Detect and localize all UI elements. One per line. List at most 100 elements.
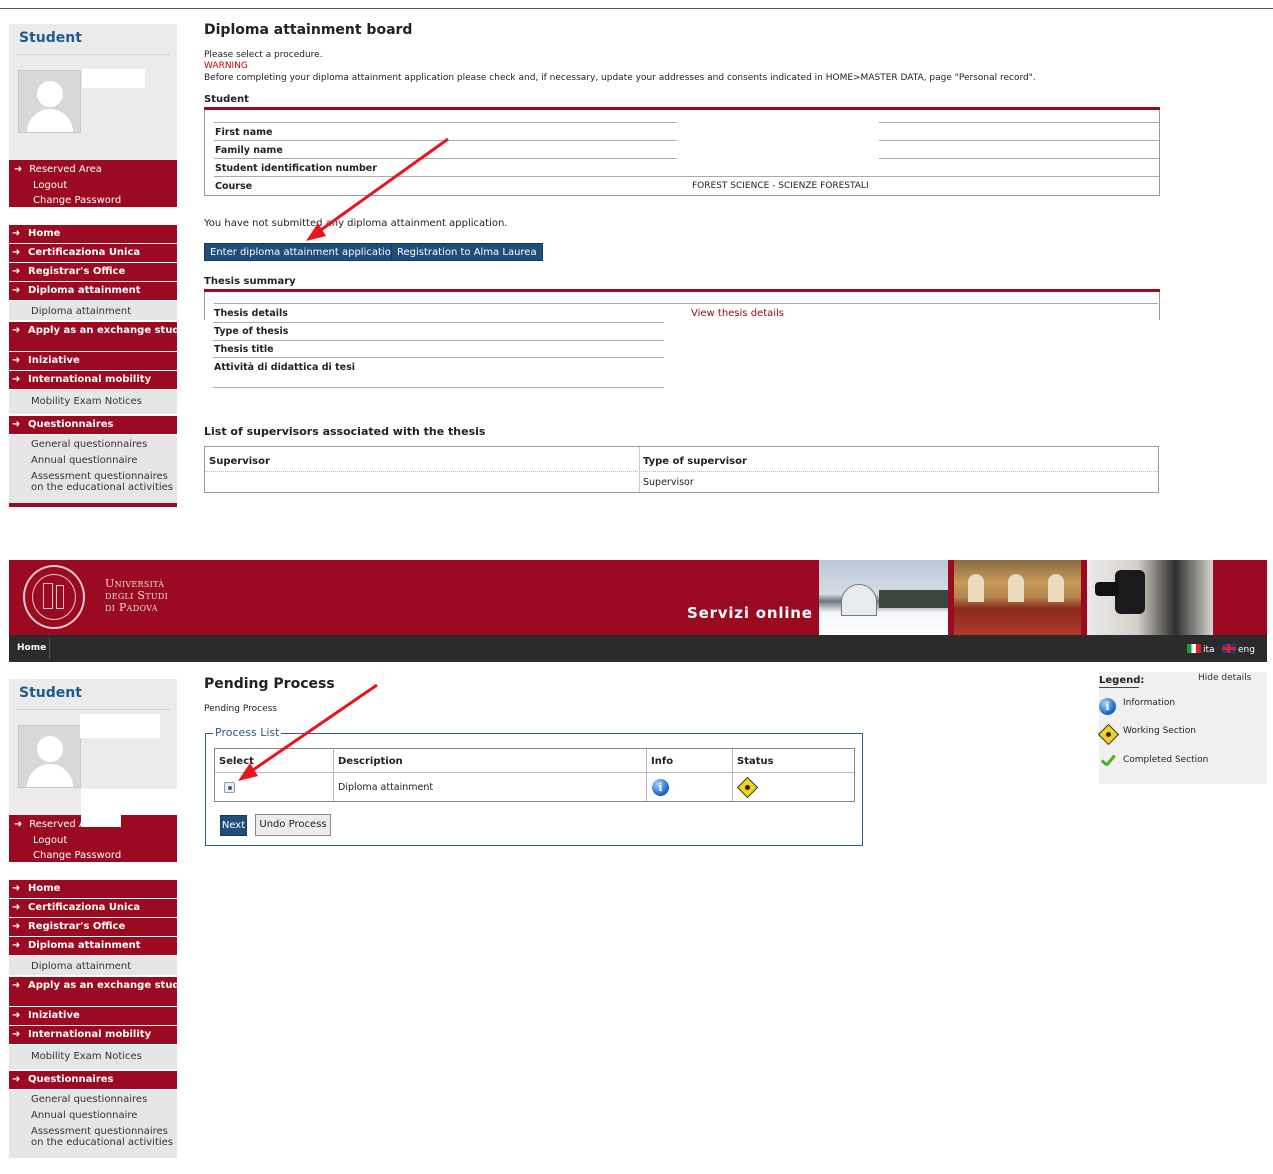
supervisors-title: List of supervisors associated with the … — [204, 425, 486, 438]
type-of-thesis-label: Type of thesis — [214, 326, 289, 337]
submenu-assessment-questionnaires[interactable]: Assessment questionnaires on the educati… — [31, 471, 173, 493]
sidebar-rule — [17, 709, 169, 710]
microscope-photo — [1087, 560, 1213, 635]
student-section-title: Student — [204, 94, 249, 105]
menu-diploma-attainment[interactable]: ➜ Diploma attainment — [9, 937, 177, 956]
working-section-icon — [1097, 723, 1120, 746]
attivita-didattica-label: Attività di didattica di tesi — [214, 362, 355, 373]
italian-flag-icon — [1187, 644, 1201, 653]
submenu-annual-questionnaire[interactable]: Annual questionnaire — [31, 1110, 177, 1122]
next-button[interactable]: Next — [220, 815, 247, 836]
student-panel: First name Family name Student identific… — [204, 110, 1160, 196]
arrow-right-icon: ➜ — [14, 819, 23, 830]
arrow-right-icon: ➜ — [12, 921, 21, 932]
english-flag-icon — [1222, 644, 1236, 653]
view-thesis-details-link[interactable]: View thesis details — [691, 308, 784, 319]
legend-working-section-label: Working Section — [1123, 726, 1197, 736]
change-password-link[interactable]: Change Password — [14, 848, 177, 864]
legend-completed-section-label: Completed Section — [1123, 755, 1209, 765]
arrow-right-icon: ➜ — [12, 355, 21, 366]
submenu-general-questionnaires[interactable]: General questionnaires — [31, 1094, 177, 1106]
course-label: Course — [215, 181, 253, 192]
submenu-annual-questionnaire[interactable]: Annual questionnaire — [31, 455, 177, 467]
menu-home[interactable]: ➜ Home — [9, 225, 177, 244]
arrow-right-icon: ➜ — [12, 266, 21, 277]
menu-registrars-office[interactable]: ➜ Registrar's Office — [9, 263, 177, 282]
thesis-title-label: Thesis title — [214, 344, 274, 355]
menu-iniziative[interactable]: ➜ Iniziative — [9, 1007, 177, 1026]
avatar — [18, 70, 81, 133]
redacted-name — [80, 714, 160, 738]
info-icon: i — [1099, 698, 1116, 715]
breadcrumb: Pending Process — [204, 704, 277, 714]
page-title: Pending Process — [204, 676, 335, 692]
arrow-right-icon: ➜ — [12, 374, 21, 385]
menu-international-mobility[interactable]: ➜ International mobility — [9, 371, 177, 390]
menu-apply-exchange[interactable]: ➜ Apply as an exchange student — [9, 977, 198, 1007]
supervisor-header: Supervisor — [209, 456, 270, 467]
arrow-right-icon: ➜ — [12, 1010, 21, 1021]
redacted-name — [82, 69, 145, 88]
submenu-mobility-exam-notices[interactable]: Mobility Exam Notices — [9, 390, 177, 416]
sidebar-student-title: Student — [19, 30, 82, 46]
submenu-mobility-exam-notices[interactable]: Mobility Exam Notices — [9, 1045, 177, 1071]
arrow-right-icon: ➜ — [12, 285, 21, 296]
servizi-online-title: Servizi online — [687, 604, 813, 622]
supervisor-type-cell: Supervisor — [643, 477, 694, 488]
student-id-label: Student identification number — [215, 163, 377, 174]
logout-link[interactable]: Logout — [14, 178, 177, 194]
menu-certificazione[interactable]: ➜ Certificaziona Unica — [9, 899, 177, 918]
arrow-right-icon: ➜ — [12, 228, 21, 239]
not-submitted-text: You have not submitted any diploma attai… — [204, 218, 508, 229]
undo-process-button[interactable]: Undo Process — [255, 814, 331, 836]
select-header: Select — [219, 756, 254, 767]
process-table: Select Description Info Status Diploma a… — [214, 748, 855, 802]
logout-link[interactable]: Logout — [14, 833, 177, 849]
thesis-panel — [204, 292, 1160, 320]
sidebar-menu: ➜ Home ➜ Certificaziona Unica ➜ Registrar's… — [9, 880, 198, 1158]
top-sidebar: Student ➜ Reserved Area Logout Change Pa… — [9, 24, 198, 507]
menu-certificazione[interactable]: ➜ Certificaziona Unica — [9, 244, 177, 263]
submenu-diploma-attainment[interactable]: Diploma attainment — [9, 301, 177, 322]
submenu-diploma-attainment[interactable]: Diploma attainment — [9, 956, 177, 977]
nav-home-link[interactable]: Home — [17, 643, 46, 653]
change-password-link[interactable]: Change Password — [14, 193, 177, 209]
bottom-sidebar: Student ➜ Reserved Area Logout Change Pa… — [9, 679, 198, 1158]
arrow-right-icon: ➜ — [12, 1074, 21, 1085]
menu-questionnaires[interactable]: ➜ Questionnaires — [9, 416, 177, 435]
submenu-general-questionnaires[interactable]: General questionnaires — [31, 439, 177, 451]
arrow-right-icon: ➜ — [12, 325, 21, 336]
page-title: Diploma attainment board — [204, 22, 413, 38]
legend-panel: Legend: Hide details i Information Worki… — [1097, 672, 1267, 784]
reserved-area-link[interactable]: ➜ Reserved Area — [14, 162, 177, 178]
menu-diploma-attainment[interactable]: ➜ Diploma attainment — [9, 282, 177, 301]
description-header: Description — [338, 756, 403, 767]
submenu-assessment-questionnaires[interactable]: Assessment questionnaires on the educati… — [31, 1126, 173, 1148]
hide-details-link[interactable]: Hide details — [1198, 673, 1251, 683]
lang-ita-link[interactable]: ita — [1187, 644, 1215, 655]
enter-diploma-application-button[interactable]: Enter diploma attainment application — [204, 243, 404, 261]
arrow-right-icon: ➜ — [12, 940, 21, 951]
info-icon[interactable]: i — [652, 779, 669, 796]
select-procedure-text: Please select a procedure. — [204, 50, 323, 60]
menu-international-mobility[interactable]: ➜ International mobility — [9, 1026, 177, 1045]
working-section-icon — [736, 776, 759, 799]
questionnaires-submenu: General questionnaires Annual questionna… — [9, 435, 177, 503]
reserved-area-box: ➜ Reserved Area Logout Change Password — [9, 160, 177, 207]
student-card: Student — [9, 24, 177, 171]
arrow-right-icon: ➜ — [12, 1029, 21, 1040]
arrow-right-icon: ➜ — [12, 980, 21, 991]
university-name: Università degli Studi di Padova — [105, 577, 169, 614]
menu-registrars-office[interactable]: ➜ Registrar's Office — [9, 918, 177, 937]
course-value: FOREST SCIENCE - SCIENZE FORESTALI — [692, 181, 869, 191]
select-radio[interactable] — [224, 782, 235, 793]
completed-section-icon — [1099, 754, 1118, 770]
menu-apply-exchange[interactable]: ➜ Apply as an exchange student — [9, 322, 198, 352]
menu-home[interactable]: ➜ Home — [9, 880, 177, 899]
sidebar-student-title: Student — [19, 685, 82, 701]
arrow-right-icon: ➜ — [12, 247, 21, 258]
menu-iniziative[interactable]: ➜ Iniziative — [9, 352, 177, 371]
menu-questionnaires[interactable]: ➜ Questionnaires — [9, 1071, 177, 1090]
registration-alma-laurea-button[interactable]: Registration to Alma Laurea — [391, 243, 543, 261]
lang-eng-link[interactable]: eng — [1222, 644, 1255, 655]
